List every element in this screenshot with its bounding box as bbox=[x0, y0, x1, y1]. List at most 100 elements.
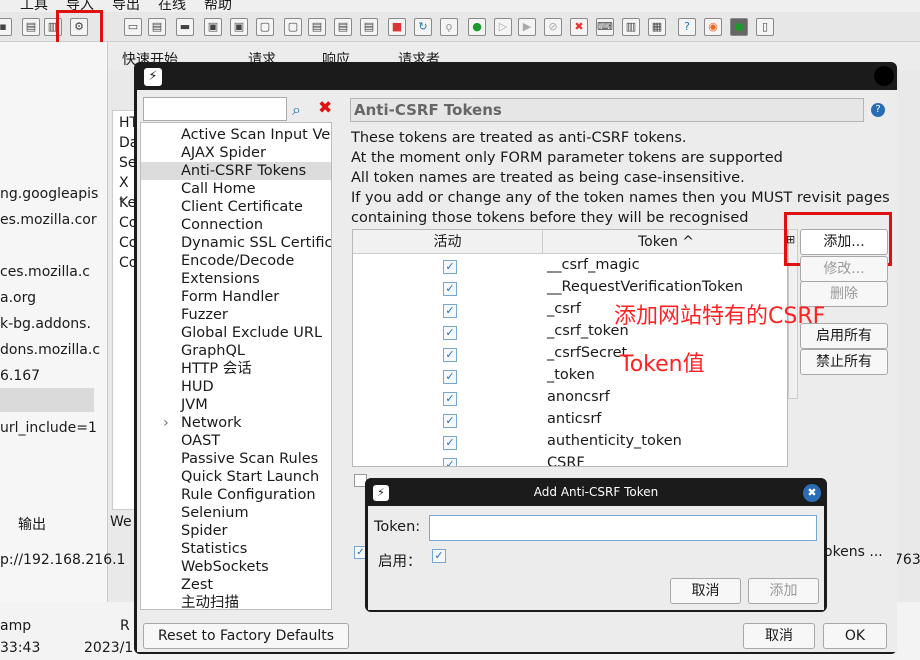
refresh-icon[interactable]: ↻ bbox=[414, 18, 432, 36]
websockets-tab[interactable]: We bbox=[110, 514, 132, 530]
options-search-input[interactable] bbox=[143, 97, 287, 121]
history-host-7[interactable]: 6.167 bbox=[0, 368, 40, 384]
layout5-icon[interactable]: ▤ bbox=[308, 18, 326, 36]
tree-item[interactable]: Connection bbox=[181, 216, 263, 234]
keyboard-icon[interactable]: ⌨ bbox=[596, 18, 614, 36]
help-icon[interactable]: ? bbox=[678, 18, 696, 36]
enabled-checkbox[interactable]: ✓ bbox=[443, 348, 457, 362]
hud-icon[interactable]: ● bbox=[730, 18, 748, 36]
history-host-5[interactable]: k-bg.addons. bbox=[0, 316, 91, 332]
disable-all-button[interactable]: 禁止所有 bbox=[800, 349, 888, 375]
save-icon[interactable]: ▪ bbox=[0, 18, 12, 36]
tree-item[interactable]: Form Handler bbox=[181, 288, 279, 306]
history-host-2[interactable]: es.mozilla.cor bbox=[0, 212, 97, 228]
drop-icon[interactable]: ✖ bbox=[570, 18, 588, 36]
tree-item[interactable]: Global Exclude URL bbox=[181, 324, 322, 342]
table-row[interactable]: ✓ _csrfSecret bbox=[353, 344, 787, 366]
grid-icon[interactable]: ▦ bbox=[648, 18, 666, 36]
modify-button[interactable]: 修改... bbox=[800, 256, 888, 282]
enabled-checkbox[interactable]: ✓ bbox=[443, 304, 457, 318]
history-host-6[interactable]: dons.mozilla.c bbox=[0, 342, 100, 358]
tree-item[interactable]: HUD bbox=[181, 378, 214, 396]
enabled-checkbox[interactable]: ✓ bbox=[443, 392, 457, 406]
layout1-icon[interactable]: ▣ bbox=[204, 18, 222, 36]
search-icon[interactable]: ⌕ bbox=[292, 100, 301, 120]
enabled-checkbox[interactable]: ✓ bbox=[443, 282, 457, 296]
enabled-checkbox[interactable]: ✓ bbox=[443, 370, 457, 384]
add-dialog-cancel-button[interactable]: 取消 bbox=[670, 578, 741, 604]
cancel-button[interactable]: 取消 bbox=[743, 623, 815, 649]
layout4-icon[interactable]: ▢ bbox=[284, 18, 302, 36]
tree-item[interactable]: Active Scan Input Vec bbox=[181, 126, 331, 144]
tree-item[interactable]: Client Certificate bbox=[181, 198, 303, 216]
enabled-checkbox[interactable]: ✓ bbox=[443, 326, 457, 340]
layout7-icon[interactable]: ▤ bbox=[360, 18, 378, 36]
tree-item[interactable]: WebSockets bbox=[181, 558, 269, 576]
enabled-checkbox[interactable]: ✓ bbox=[432, 549, 446, 563]
enabled-checkbox[interactable]: ✓ bbox=[443, 414, 457, 428]
tree-item-selected[interactable]: Anti-CSRF Tokens bbox=[141, 162, 331, 180]
menu-tools[interactable]: 工具 bbox=[20, 0, 48, 12]
tree-item[interactable]: Zest bbox=[181, 576, 213, 594]
tree-item[interactable]: Selenium bbox=[181, 504, 249, 522]
table-row[interactable]: ✓ _token bbox=[353, 366, 787, 388]
firefox-icon[interactable]: ◉ bbox=[704, 18, 722, 36]
tree-item[interactable]: Quick Start Launch bbox=[181, 468, 319, 486]
scan-icon[interactable]: ▥ bbox=[622, 18, 640, 36]
expand-chevron-icon[interactable]: › bbox=[163, 414, 169, 432]
note-icon[interactable]: ▯ bbox=[756, 18, 774, 36]
help-icon[interactable]: ? bbox=[871, 103, 885, 117]
output-tab[interactable]: 输出 bbox=[18, 514, 46, 534]
enabled-checkbox[interactable]: ✓ bbox=[443, 436, 457, 450]
menu-online[interactable]: 在线 bbox=[158, 0, 186, 12]
tree-item[interactable]: OAST bbox=[181, 432, 220, 450]
green-circle-icon[interactable]: ● bbox=[468, 18, 486, 36]
api-icon[interactable]: ▬ bbox=[176, 18, 194, 36]
tree-item[interactable]: HTTP 会话 bbox=[181, 360, 252, 378]
table-row[interactable]: ✓ __csrf_magic bbox=[353, 256, 787, 278]
tree-item[interactable]: Network bbox=[181, 414, 242, 432]
add-dialog-add-button[interactable]: 添加 bbox=[748, 578, 819, 604]
tree-item[interactable]: Encode/Decode bbox=[181, 252, 294, 270]
layout2-icon[interactable]: ▣ bbox=[230, 18, 248, 36]
tree-item[interactable]: Extensions bbox=[181, 270, 260, 288]
bulb-icon[interactable]: ǫ bbox=[440, 18, 458, 36]
session-icon[interactable]: ▤ bbox=[22, 18, 40, 36]
close-icon[interactable]: ✖ bbox=[803, 484, 821, 502]
dialog-close-icon[interactable] bbox=[874, 66, 894, 86]
tree-item[interactable]: 主动扫描 bbox=[181, 594, 239, 609]
stop-icon[interactable]: ⊘ bbox=[544, 18, 562, 36]
tree-item[interactable]: GraphQL bbox=[181, 342, 245, 360]
play-icon[interactable]: ▶ bbox=[518, 18, 536, 36]
tree-item[interactable]: Call Home bbox=[181, 180, 256, 198]
token-input[interactable] bbox=[429, 515, 817, 541]
table-row[interactable]: ✓ CSRF bbox=[353, 454, 787, 466]
tree-item[interactable]: Statistics bbox=[181, 540, 247, 558]
reset-defaults-button[interactable]: Reset to Factory Defaults bbox=[143, 623, 349, 649]
new-context-icon[interactable]: ▭ bbox=[124, 18, 142, 36]
tree-item[interactable]: Fuzzer bbox=[181, 306, 228, 324]
menu-export[interactable]: 导出 bbox=[112, 0, 140, 12]
history-host-1[interactable]: ng.googleapis bbox=[0, 186, 98, 202]
tree-item[interactable]: Passive Scan Rules bbox=[181, 450, 318, 468]
table-row[interactable]: ✓ anticsrf bbox=[353, 410, 787, 432]
table-row[interactable]: ✓ authenticity_token bbox=[353, 432, 787, 454]
tree-item[interactable]: Rule Configuration bbox=[181, 486, 316, 504]
table-row[interactable]: ✓ anoncsrf bbox=[353, 388, 787, 410]
step-icon[interactable]: ▷ bbox=[494, 18, 512, 36]
ok-button[interactable]: OK bbox=[823, 623, 887, 649]
history-host-8[interactable]: url_include=1 bbox=[0, 420, 97, 436]
tree-item[interactable]: AJAX Spider bbox=[181, 144, 266, 162]
tree-item[interactable]: JVM bbox=[181, 396, 208, 414]
enabled-checkbox[interactable]: ✓ bbox=[443, 458, 457, 466]
col-token-header[interactable]: Token ^ bbox=[543, 230, 787, 254]
gear-icon[interactable]: ⚙ bbox=[70, 18, 88, 36]
layout6-icon[interactable]: ▤ bbox=[334, 18, 352, 36]
selected-row[interactable] bbox=[0, 388, 94, 412]
import-icon[interactable]: ▤ bbox=[148, 18, 166, 36]
history-host-4[interactable]: a.org bbox=[0, 290, 36, 306]
layout3-icon[interactable]: ▢ bbox=[256, 18, 274, 36]
enabled-checkbox[interactable]: ✓ bbox=[443, 260, 457, 274]
col-enabled-header[interactable]: 活动 bbox=[353, 230, 543, 254]
tree-item[interactable]: Dynamic SSL Certifica bbox=[181, 234, 331, 252]
